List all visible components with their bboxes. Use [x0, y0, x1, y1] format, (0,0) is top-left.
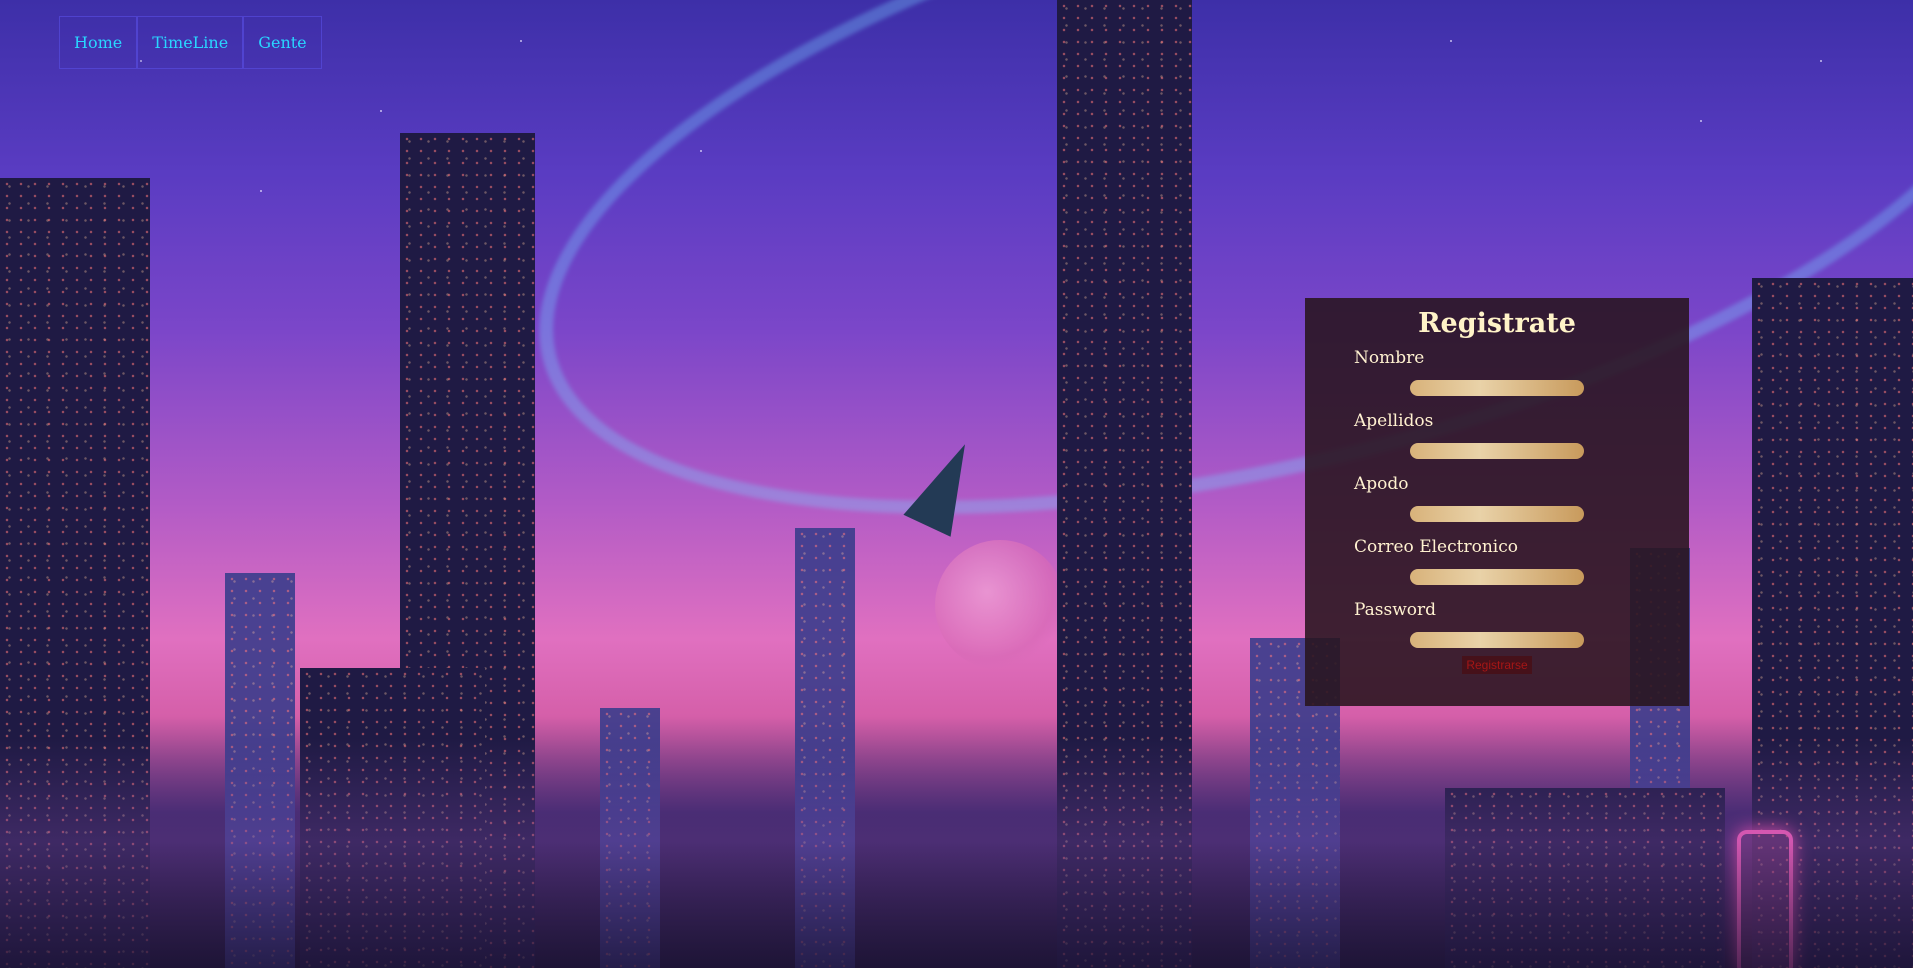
registration-form: Registrate Nombre Apellidos Apodo Correo…	[1305, 298, 1689, 706]
password-label: Password	[1354, 600, 1437, 620]
apodo-label: Apodo	[1354, 474, 1409, 494]
field-apellidos: Apellidos	[1354, 408, 1689, 459]
apellidos-input[interactable]	[1410, 443, 1584, 459]
top-navigation: Home TimeLine Gente	[59, 16, 322, 69]
nav-home-link[interactable]: Home	[59, 16, 138, 69]
nav-timeline-link[interactable]: TimeLine	[137, 16, 244, 69]
correo-label: Correo Electronico	[1354, 537, 1518, 557]
register-submit-button[interactable]: Registrarse	[1462, 656, 1532, 674]
nav-gente-link[interactable]: Gente	[243, 16, 322, 69]
field-nombre: Nombre	[1354, 345, 1689, 396]
nombre-input[interactable]	[1410, 380, 1584, 396]
field-apodo: Apodo	[1354, 471, 1689, 522]
password-input[interactable]	[1410, 632, 1584, 648]
field-password: Password	[1354, 597, 1689, 648]
apodo-input[interactable]	[1410, 506, 1584, 522]
apellidos-label: Apellidos	[1354, 411, 1434, 431]
field-correo: Correo Electronico	[1354, 534, 1689, 585]
email-input[interactable]	[1410, 569, 1584, 585]
nombre-label: Nombre	[1354, 348, 1425, 368]
registration-title: Registrate	[1418, 308, 1576, 339]
